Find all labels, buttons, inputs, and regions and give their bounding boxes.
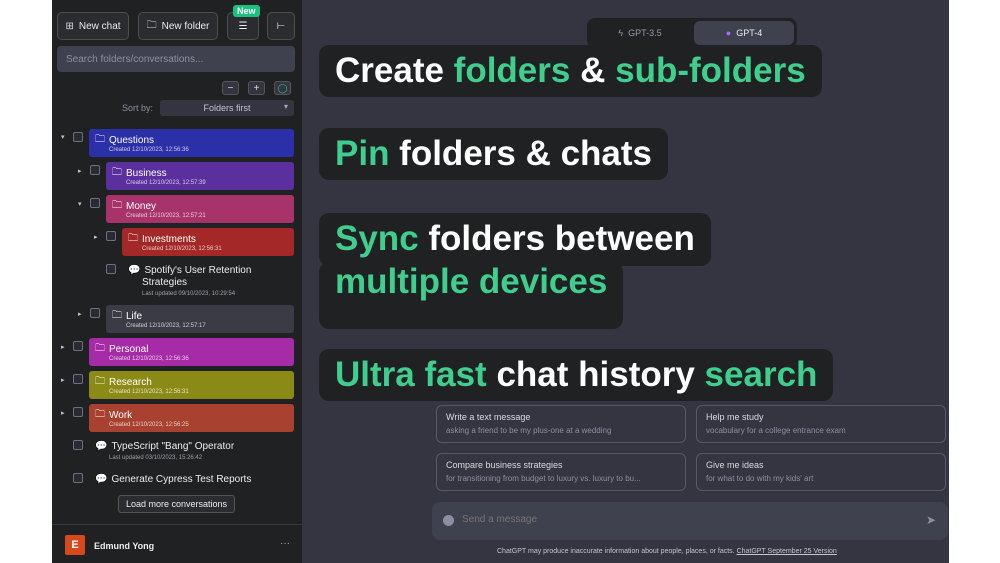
new-folder-button[interactable]: 🗀 New folder <box>138 12 218 40</box>
attach-icon[interactable] <box>443 515 454 526</box>
feature-banner-sync: Sync folders between <box>319 213 711 266</box>
folder-questions[interactable]: 🗀 Questions Created 12/10/2023, 12:56:36 <box>89 129 294 157</box>
chevron-right-icon[interactable]: ▸ <box>61 376 65 384</box>
message-input[interactable] <box>462 514 882 525</box>
chat-bubble-icon: 💬 <box>128 265 141 276</box>
sync-button[interactable]: ◯ <box>274 81 291 95</box>
folder-icon: 🗀 <box>95 376 105 387</box>
new-badge: New <box>233 5 260 17</box>
suggestion-card[interactable]: Give me ideas for what to do with my kid… <box>696 453 946 491</box>
message-composer: ➤ <box>432 502 948 540</box>
more-options-icon[interactable]: ··· <box>280 538 290 549</box>
send-icon[interactable]: ➤ <box>926 513 936 527</box>
folder-money[interactable]: 🗀 Money Created 12/10/2023, 12:57:21 <box>106 195 294 223</box>
folder-personal[interactable]: 🗀 Personal Created 12/10/2023, 12:56:36 <box>89 338 294 366</box>
select-checkbox[interactable] <box>90 308 100 318</box>
tab-gpt-4[interactable]: ● GPT-4 <box>694 21 794 45</box>
folder-icon: 🗀 <box>128 233 138 244</box>
user-name: Edmund Yong <box>94 541 155 551</box>
select-checkbox[interactable] <box>73 440 83 450</box>
chevron-down-icon[interactable]: ▾ <box>61 133 65 141</box>
select-checkbox[interactable] <box>90 198 100 208</box>
app-window: ⊞ New chat 🗀 New folder ☰ New ⊢ Search f… <box>52 0 949 563</box>
folder-research[interactable]: 🗀 Research Created 12/10/2023, 12:56:31 <box>89 371 294 399</box>
feature-banner-pin: Pin folders & chats <box>319 128 669 180</box>
chat-item-cypress[interactable]: 💬 Generate Cypress Test Reports <box>95 474 251 485</box>
minus-icon: − <box>227 82 234 94</box>
select-checkbox[interactable] <box>73 407 83 417</box>
chat-updated: Last updated 03/10/2023, 15:26:42 <box>109 455 203 461</box>
chat-title-line2: Strategies <box>142 277 188 288</box>
select-checkbox[interactable] <box>106 231 116 241</box>
user-menu[interactable]: E Edmund Yong ··· <box>52 524 302 563</box>
sidebar: ⊞ New chat 🗀 New folder ☰ New ⊢ Search f… <box>52 0 302 563</box>
chevron-right-icon[interactable]: ▸ <box>61 409 65 417</box>
search-input[interactable]: Search folders/conversations... <box>57 46 295 72</box>
folder-plus-icon: 🗀 <box>146 19 157 31</box>
select-checkbox[interactable] <box>90 165 100 175</box>
suggestion-card[interactable]: Compare business strategies for transiti… <box>436 453 686 491</box>
folder-investments[interactable]: 🗀 Investments Created 12/10/2023, 12:56:3… <box>122 228 294 256</box>
chevron-right-icon[interactable]: ▸ <box>94 233 98 241</box>
folder-icon: 🗀 <box>95 134 105 145</box>
expand-all-button[interactable]: + <box>248 81 265 95</box>
lightning-icon: ϟ <box>618 28 624 38</box>
sort-select[interactable]: Folders first ▾ <box>160 100 294 116</box>
folder-icon: 🗀 <box>95 343 105 354</box>
chat-updated: Last updated 09/10/2023, 10:29:54 <box>142 291 236 297</box>
suggestion-card[interactable]: Help me study vocabulary for a college e… <box>696 405 946 443</box>
feature-banner-search: Ultra fast chat history search <box>319 349 834 401</box>
new-chat-button[interactable]: ⊞ New chat <box>57 12 129 40</box>
chevron-down-icon[interactable]: ▾ <box>78 200 82 208</box>
menu-icon: ☰ <box>238 20 248 32</box>
folder-icon: 🗀 <box>112 167 122 178</box>
collapse-icon: ⊢ <box>276 20 286 32</box>
feature-banner-sync-line2: multiple devices <box>319 262 624 329</box>
select-checkbox[interactable] <box>73 473 83 483</box>
main-panel: ϟ GPT-3.5 ● GPT-4 Create folders & sub-f… <box>302 0 949 563</box>
collapse-all-button[interactable]: − <box>222 81 239 95</box>
folder-life[interactable]: 🗀 Life Created 12/10/2023, 12:57:17 <box>106 305 294 333</box>
chevron-right-icon[interactable]: ▸ <box>78 310 82 318</box>
avatar: E <box>65 535 85 555</box>
feature-banner-folders: Create folders & sub-folders <box>319 45 822 97</box>
chat-plus-icon: ⊞ <box>65 20 74 32</box>
select-checkbox[interactable] <box>73 132 83 142</box>
chat-bubble-icon: 💬 <box>95 474 108 485</box>
sync-icon: ◯ <box>277 82 288 93</box>
sparkle-icon: ● <box>725 28 732 38</box>
tab-gpt-3-5[interactable]: ϟ GPT-3.5 <box>590 21 690 45</box>
select-checkbox[interactable] <box>73 374 83 384</box>
load-more-button[interactable]: Load more conversations <box>118 495 235 513</box>
folder-work[interactable]: 🗀 Work Created 12/10/2023, 12:56:25 <box>89 404 294 432</box>
chevron-down-icon: ▾ <box>283 102 288 111</box>
chat-item-spotify[interactable]: 💬 Spotify's User Retention <box>128 265 251 276</box>
version-link[interactable]: ChatGPT September 25 Version <box>737 548 837 555</box>
folder-icon: 🗀 <box>112 200 122 211</box>
chevron-right-icon[interactable]: ▸ <box>61 343 65 351</box>
select-checkbox[interactable] <box>73 341 83 351</box>
folder-icon: 🗀 <box>112 310 122 321</box>
model-switcher: ϟ GPT-3.5 ● GPT-4 <box>587 18 797 48</box>
folder-business[interactable]: 🗀 Business Created 12/10/2023, 12:57:39 <box>106 162 294 190</box>
disclaimer-footer: ChatGPT may produce inaccurate informati… <box>497 548 837 555</box>
chat-bubble-icon: 💬 <box>95 441 108 452</box>
sort-label: Sort by: <box>122 103 154 113</box>
plus-icon: + <box>253 82 260 94</box>
collapse-sidebar-button[interactable]: ⊢ <box>267 12 295 40</box>
chat-item-typescript[interactable]: 💬 TypeScript "Bang" Operator <box>95 441 234 452</box>
folder-icon: 🗀 <box>95 409 105 420</box>
select-checkbox[interactable] <box>106 264 116 274</box>
suggestion-card[interactable]: Write a text message asking a friend to … <box>436 405 686 443</box>
chevron-right-icon[interactable]: ▸ <box>78 167 82 175</box>
